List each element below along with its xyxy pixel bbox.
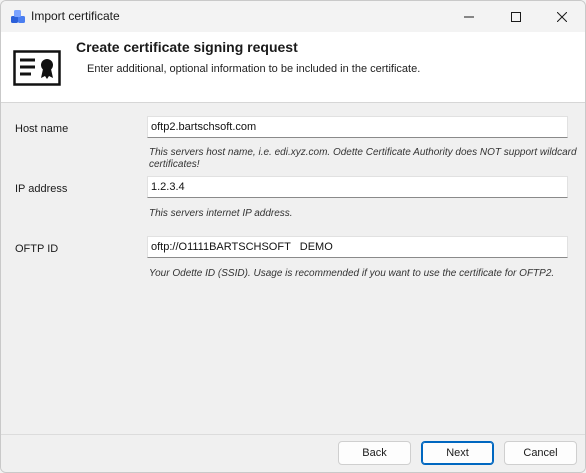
wizard-footer: Back Next Cancel xyxy=(1,434,585,472)
maximize-button[interactable] xyxy=(493,1,539,32)
host-name-label: Host name xyxy=(15,123,69,135)
oftp-id-input[interactable] xyxy=(147,236,568,258)
close-icon xyxy=(557,11,567,22)
host-name-input[interactable] xyxy=(147,116,568,138)
title-bar[interactable]: Import certificate xyxy=(1,1,585,32)
close-button[interactable] xyxy=(539,1,585,32)
header-title: Create certificate signing request xyxy=(76,39,298,55)
certificate-icon xyxy=(13,50,61,86)
back-button[interactable]: Back xyxy=(338,441,411,465)
oftp-id-hint: Your Odette ID (SSID). Usage is recommen… xyxy=(149,268,555,279)
ip-address-input[interactable] xyxy=(147,176,568,198)
wizard-header: Create certificate signing request Enter… xyxy=(1,32,585,103)
oftp-id-label: OFTP ID xyxy=(15,243,59,255)
ip-address-hint: This servers internet IP address. xyxy=(149,208,293,219)
cancel-button[interactable]: Cancel xyxy=(504,441,577,465)
ip-address-label: IP address xyxy=(15,183,68,195)
minimize-icon xyxy=(464,16,474,17)
header-subtitle: Enter additional, optional information t… xyxy=(87,63,421,75)
window-title: Import certificate xyxy=(31,9,120,23)
import-certificate-dialog: Import certificate Create certificate si… xyxy=(0,0,586,473)
app-cubes-icon xyxy=(11,10,25,23)
host-name-hint: This servers host name, i.e. edi.xyz.com… xyxy=(149,147,577,170)
maximize-icon xyxy=(511,11,521,22)
next-button[interactable]: Next xyxy=(421,441,494,465)
minimize-button[interactable] xyxy=(446,1,492,32)
